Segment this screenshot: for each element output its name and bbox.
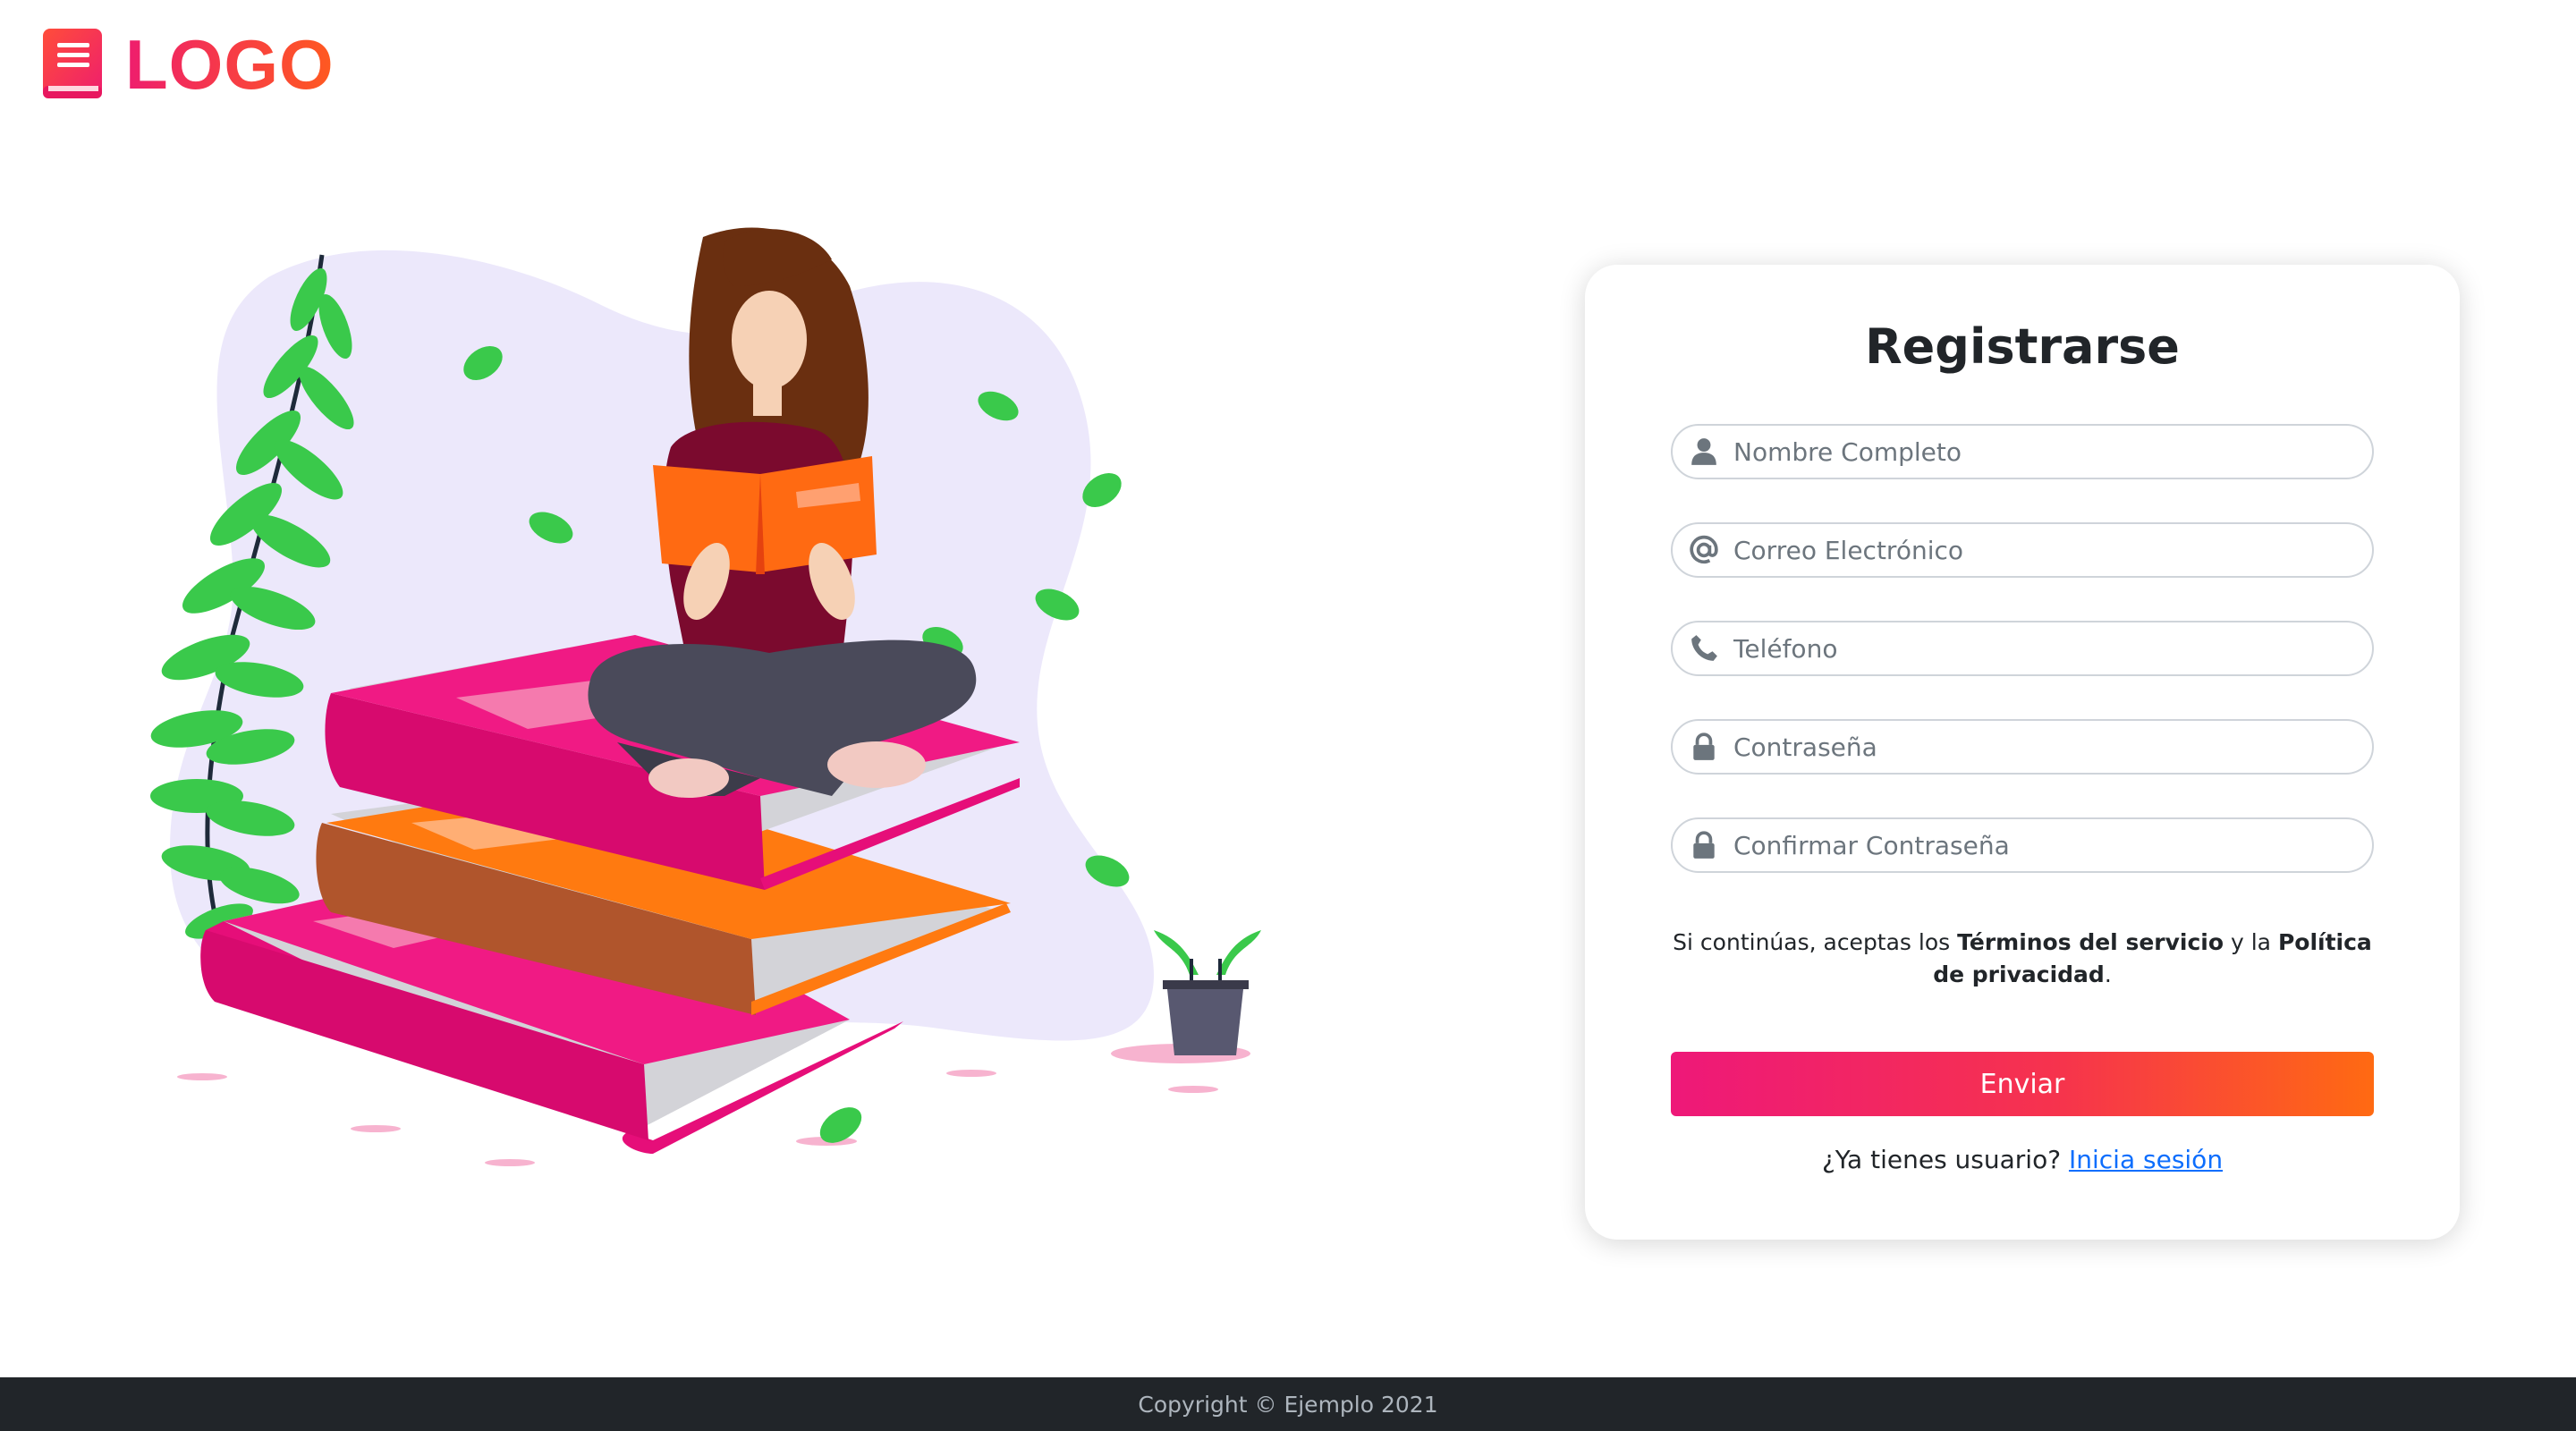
login-prompt: ¿Ya tienes usuario? Inicia sesión [1585,1145,2460,1174]
at-icon [1687,533,1721,567]
phone-field[interactable] [1671,621,2374,676]
book-icon [43,29,102,98]
user-icon [1687,435,1721,469]
confirm-password-field[interactable] [1671,817,2374,873]
lock-icon [1687,730,1721,764]
full-name-field[interactable] [1671,424,2374,479]
terms-notice: Si continúas, aceptas los Términos del s… [1671,927,2374,991]
login-prompt-text: ¿Ya tienes usuario? [1821,1145,2062,1174]
phone-icon [1687,631,1721,665]
phone-input[interactable] [1732,622,2372,675]
copyright-text: Copyright © Ejemplo 2021 [1138,1391,1438,1418]
lock-icon [1687,828,1721,862]
login-link[interactable]: Inicia sesión [2069,1145,2223,1174]
full-name-input[interactable] [1732,425,2372,478]
reading-illustration [134,206,1351,1181]
email-field[interactable] [1671,522,2374,578]
password-input[interactable] [1732,720,2372,774]
terms-suffix: . [2104,961,2112,987]
logo-text: LOGO [125,25,335,104]
password-field[interactable] [1671,719,2374,775]
terms-prefix: Si continúas, aceptas los [1673,929,1958,955]
terms-of-service-link[interactable]: Términos del servicio [1957,929,2224,955]
terms-middle: y la [2224,929,2278,955]
submit-button[interactable]: Enviar [1671,1052,2374,1116]
registration-card: Registrarse Si continúas, aceptas los Té… [1585,265,2460,1240]
logo[interactable]: LOGO [41,27,335,102]
email-input[interactable] [1732,523,2372,577]
footer: Copyright © Ejemplo 2021 [0,1377,2576,1431]
form-title: Registrarse [1865,318,2180,375]
confirm-password-input[interactable] [1732,818,2372,872]
